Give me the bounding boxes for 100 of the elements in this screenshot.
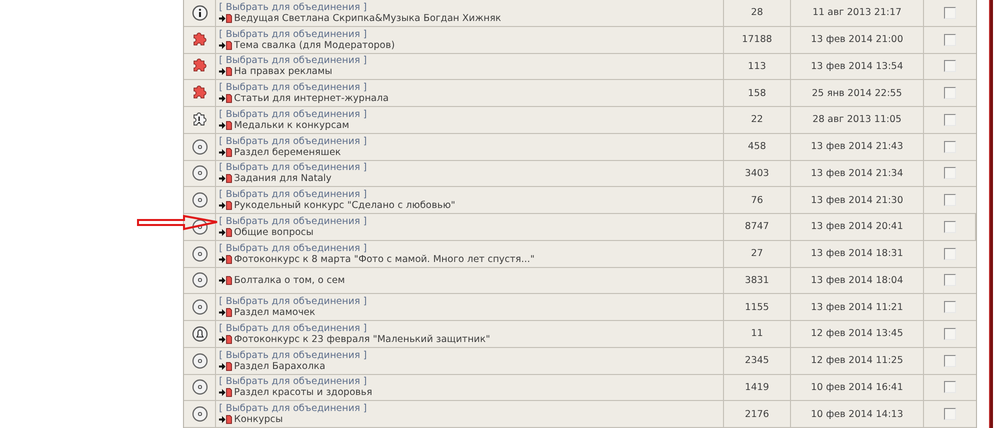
bell-icon <box>192 326 208 342</box>
last-post-date: 12 фев 2014 13:45 <box>810 328 904 340</box>
last-post-date: 13 фев 2014 21:43 <box>810 141 904 152</box>
last-post-date: 25 янв 2014 22:55 <box>812 88 902 99</box>
checkbox[interactable] <box>944 34 956 46</box>
topic-count: 2345 <box>744 355 770 366</box>
checkbox[interactable] <box>944 301 956 314</box>
checkbox[interactable] <box>944 274 956 286</box>
forum-title[interactable]: Задания для Nataly <box>234 173 332 184</box>
checkbox[interactable] <box>944 194 956 206</box>
forum-title[interactable]: Медальки к конкурсам <box>234 120 350 131</box>
checkbox[interactable] <box>944 60 956 72</box>
new-post-icon <box>219 388 232 398</box>
new-post-icon <box>219 228 232 237</box>
topic-count: 8747 <box>744 221 770 232</box>
checkbox[interactable] <box>944 6 956 19</box>
topic-count: 158 <box>748 88 766 99</box>
last-post-date: 13 фев 2014 11:21 <box>810 302 904 313</box>
circle-icon <box>192 165 208 182</box>
merge-link[interactable]: [ Выбрать для объединения ] <box>219 28 367 40</box>
checkbox[interactable] <box>944 354 956 367</box>
checkbox[interactable] <box>944 408 956 420</box>
merge-link[interactable]: [ Выбрать для объединения ] <box>219 2 367 13</box>
topic-count: 1419 <box>744 382 770 393</box>
checkbox[interactable] <box>944 381 956 394</box>
topic-count: 28 <box>750 7 764 18</box>
circle-icon <box>192 352 208 369</box>
topic-count: 3403 <box>744 168 770 179</box>
puzzle-icon <box>191 58 208 74</box>
forum-title[interactable]: На правах рекламы <box>234 66 332 78</box>
forum-title[interactable]: Статьи для интернет-журнала <box>234 93 389 104</box>
last-post-date: 11 авг 2013 21:17 <box>812 7 902 18</box>
merge-link[interactable]: [ Выбрать для объединения ] <box>219 376 367 388</box>
merge-link[interactable]: [ Выбрать для объединения ] <box>219 55 367 66</box>
forum-title[interactable]: Рукодельный конкурс "Сделано с любовью" <box>234 200 456 212</box>
merge-link[interactable]: [ Выбрать для объединения ] <box>219 162 367 174</box>
new-post-icon <box>219 362 232 371</box>
info-icon <box>192 4 208 21</box>
merge-link[interactable]: [ Выбрать для объединения ] <box>219 216 367 227</box>
checkbox[interactable] <box>944 220 956 233</box>
merge-link[interactable]: [ Выбрать для объединения ] <box>219 82 367 94</box>
circle-icon <box>192 299 208 316</box>
merge-link[interactable]: [ Выбрать для объединения ] <box>219 108 367 120</box>
forum-title[interactable]: Раздел Барахолка <box>234 360 326 372</box>
merge-link[interactable]: [ Выбрать для объединения ] <box>219 322 367 334</box>
forum-title[interactable]: Ведущая Светлана Скрипка&Музыка Богдан Хижняк <box>234 12 502 24</box>
merge-link[interactable]: [ Выбрать для объединения ] <box>219 350 367 361</box>
forum-title[interactable]: Раздел мамочек <box>234 307 316 318</box>
merge-link[interactable]: [ Выбрать для объединения ] <box>219 136 367 147</box>
puzzle-icon <box>191 32 208 48</box>
checkbox[interactable] <box>944 140 956 153</box>
checkbox[interactable] <box>944 167 956 180</box>
last-post-date: 13 фев 2014 18:31 <box>810 248 904 260</box>
merge-link[interactable]: [ Выбрать для объединения ] <box>219 296 367 308</box>
circle-icon <box>192 406 208 422</box>
new-post-icon <box>219 201 232 210</box>
topic-count: 1155 <box>744 302 770 313</box>
topic-count: 2176 <box>744 408 770 420</box>
forum-title[interactable]: Общие вопросы <box>234 226 314 238</box>
merge-link[interactable]: [ Выбрать для объединения ] <box>219 189 367 200</box>
forum-title[interactable]: Конкурсы <box>234 414 283 426</box>
new-post-icon <box>219 14 232 23</box>
new-post-icon <box>219 148 232 157</box>
new-post-icon <box>219 40 232 50</box>
last-post-date: 13 фев 2014 18:04 <box>810 274 904 286</box>
last-post-date: 13 фев 2014 20:41 <box>810 221 904 232</box>
forum-title[interactable]: Раздел красоты и здоровья <box>234 387 372 398</box>
forum-title[interactable]: Тема свалка (для Модераторов) <box>234 40 395 51</box>
last-post-date: 10 фев 2014 14:13 <box>810 408 904 420</box>
circle-icon <box>192 192 208 208</box>
topic-count: 76 <box>750 194 764 206</box>
topic-count: 17188 <box>742 34 772 46</box>
circle-icon <box>192 246 208 262</box>
checkbox[interactable] <box>944 114 956 126</box>
merge-link[interactable]: [ Выбрать для объединения ] <box>219 403 367 414</box>
new-post-icon <box>219 276 232 285</box>
last-post-date: 13 фев 2014 13:54 <box>810 60 904 72</box>
forum-title[interactable]: Болталка о том, о сем <box>234 274 345 286</box>
topic-count: 27 <box>750 248 764 260</box>
last-post-date: 13 фев 2014 21:34 <box>810 168 904 179</box>
new-post-icon <box>219 120 232 130</box>
new-post-icon <box>219 254 232 264</box>
checkbox[interactable] <box>944 87 956 100</box>
forum-title[interactable]: Фотоконкурс к 8 марта "Фото с мамой. Много лет спустя..." <box>234 254 535 265</box>
circle-icon <box>192 272 208 288</box>
merge-link[interactable]: [ Выбрать для объединения ] <box>219 242 367 254</box>
forum-title[interactable]: Раздел беременяшек <box>234 146 341 158</box>
last-post-date: 13 фев 2014 21:30 <box>810 194 904 206</box>
last-post-date: 13 фев 2014 21:00 <box>810 34 904 46</box>
checkbox[interactable] <box>944 328 956 340</box>
puzzle-icon <box>191 85 208 102</box>
last-post-date: 12 фев 2014 11:25 <box>810 355 904 366</box>
topic-count: 22 <box>750 114 764 126</box>
new-post-icon <box>219 94 232 104</box>
topic-count: 113 <box>748 60 766 72</box>
checkbox[interactable] <box>944 248 956 260</box>
circle-icon <box>192 379 208 396</box>
forum-title[interactable]: Фотоконкурс к 23 февраля "Маленький защитник" <box>234 334 490 345</box>
last-post-date: 28 авг 2013 11:05 <box>812 114 902 126</box>
last-post-date: 10 фев 2014 16:41 <box>810 382 904 393</box>
